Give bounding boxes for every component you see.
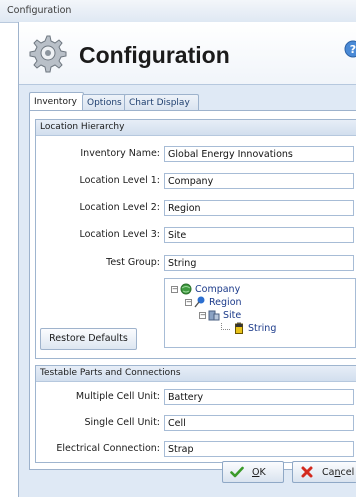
single-cell-unit-field[interactable]: Cell <box>164 415 354 431</box>
tab-options[interactable]: Options <box>82 94 126 111</box>
tree-label-region: Region <box>209 296 242 308</box>
testable-parts-header: Testable Parts and Connections <box>36 366 356 382</box>
tree-node-company[interactable]: − Company <box>171 283 240 295</box>
location-level-1-field[interactable]: Company <box>164 173 354 189</box>
red-x-icon <box>301 466 313 478</box>
globe-icon <box>180 283 192 295</box>
tree-label-company: Company <box>195 283 241 295</box>
tree-node-string[interactable]: String <box>221 322 276 334</box>
cancel-button[interactable]: Cancel <box>292 461 356 483</box>
collapse-icon[interactable]: − <box>171 285 178 293</box>
electrical-connection-field[interactable]: Strap <box>164 441 354 457</box>
multiple-cell-unit-field[interactable]: Battery <box>164 389 354 405</box>
single-cell-unit-label: Single Cell Unit: <box>84 417 160 428</box>
location-level-3-field[interactable]: Site <box>164 227 354 243</box>
location-level-1-label: Location Level 1: <box>79 175 160 186</box>
electrical-connection-label: Electrical Connection: <box>56 443 160 454</box>
pin-icon <box>194 296 205 308</box>
configuration-window: Configuration ? Inventory Options Chart … <box>18 22 356 497</box>
location-level-2-field[interactable]: Region <box>164 200 354 216</box>
restore-defaults-button[interactable]: Restore Defaults <box>40 328 137 350</box>
tree-node-region[interactable]: − Region <box>185 296 242 308</box>
svg-text:?: ? <box>350 43 356 56</box>
checkmark-icon <box>230 466 244 478</box>
battery-icon <box>235 322 243 334</box>
test-group-field[interactable]: String <box>164 255 354 271</box>
tree-label-string: String <box>248 322 277 334</box>
location-level-3-label: Location Level 3: <box>79 229 160 240</box>
location-hierarchy-header: Location Hierarchy <box>36 120 356 136</box>
inventory-name-field[interactable]: Global Energy Innovations <box>164 146 354 162</box>
help-icon[interactable]: ? <box>344 40 356 58</box>
tab-chart-display[interactable]: Chart Display <box>124 94 199 111</box>
location-level-2-label: Location Level 2: <box>79 202 160 213</box>
location-hierarchy-group: Location Hierarchy Inventory Name: Globa… <box>35 119 356 359</box>
inventory-tab-page: Location Hierarchy Inventory Name: Globa… <box>29 110 356 470</box>
header-title: Configuration <box>79 42 230 68</box>
tab-inventory[interactable]: Inventory <box>29 92 84 112</box>
ok-button[interactable]: OK <box>222 461 284 483</box>
tree-label-site: Site <box>223 309 242 321</box>
test-group-label: Test Group: <box>106 257 160 268</box>
collapse-icon[interactable]: − <box>199 311 206 319</box>
multiple-cell-unit-label: Multiple Cell Unit: <box>75 391 160 402</box>
title-bar: Configuration <box>0 0 356 23</box>
building-icon <box>208 310 220 321</box>
testable-parts-group: Testable Parts and Connections Multiple … <box>35 365 356 463</box>
inventory-name-label: Inventory Name: <box>80 148 160 159</box>
tree-connector <box>221 322 230 330</box>
tree-node-site[interactable]: − Site <box>199 309 241 321</box>
dialog-header: Configuration ? <box>19 22 356 85</box>
gear-icon <box>29 35 67 73</box>
ok-label: OK <box>252 466 266 478</box>
hierarchy-tree[interactable]: − Company − Region − Site String <box>164 278 356 348</box>
collapse-icon[interactable]: − <box>185 298 192 306</box>
cancel-label: Cancel <box>322 466 355 478</box>
window-title: Configuration <box>7 5 72 16</box>
